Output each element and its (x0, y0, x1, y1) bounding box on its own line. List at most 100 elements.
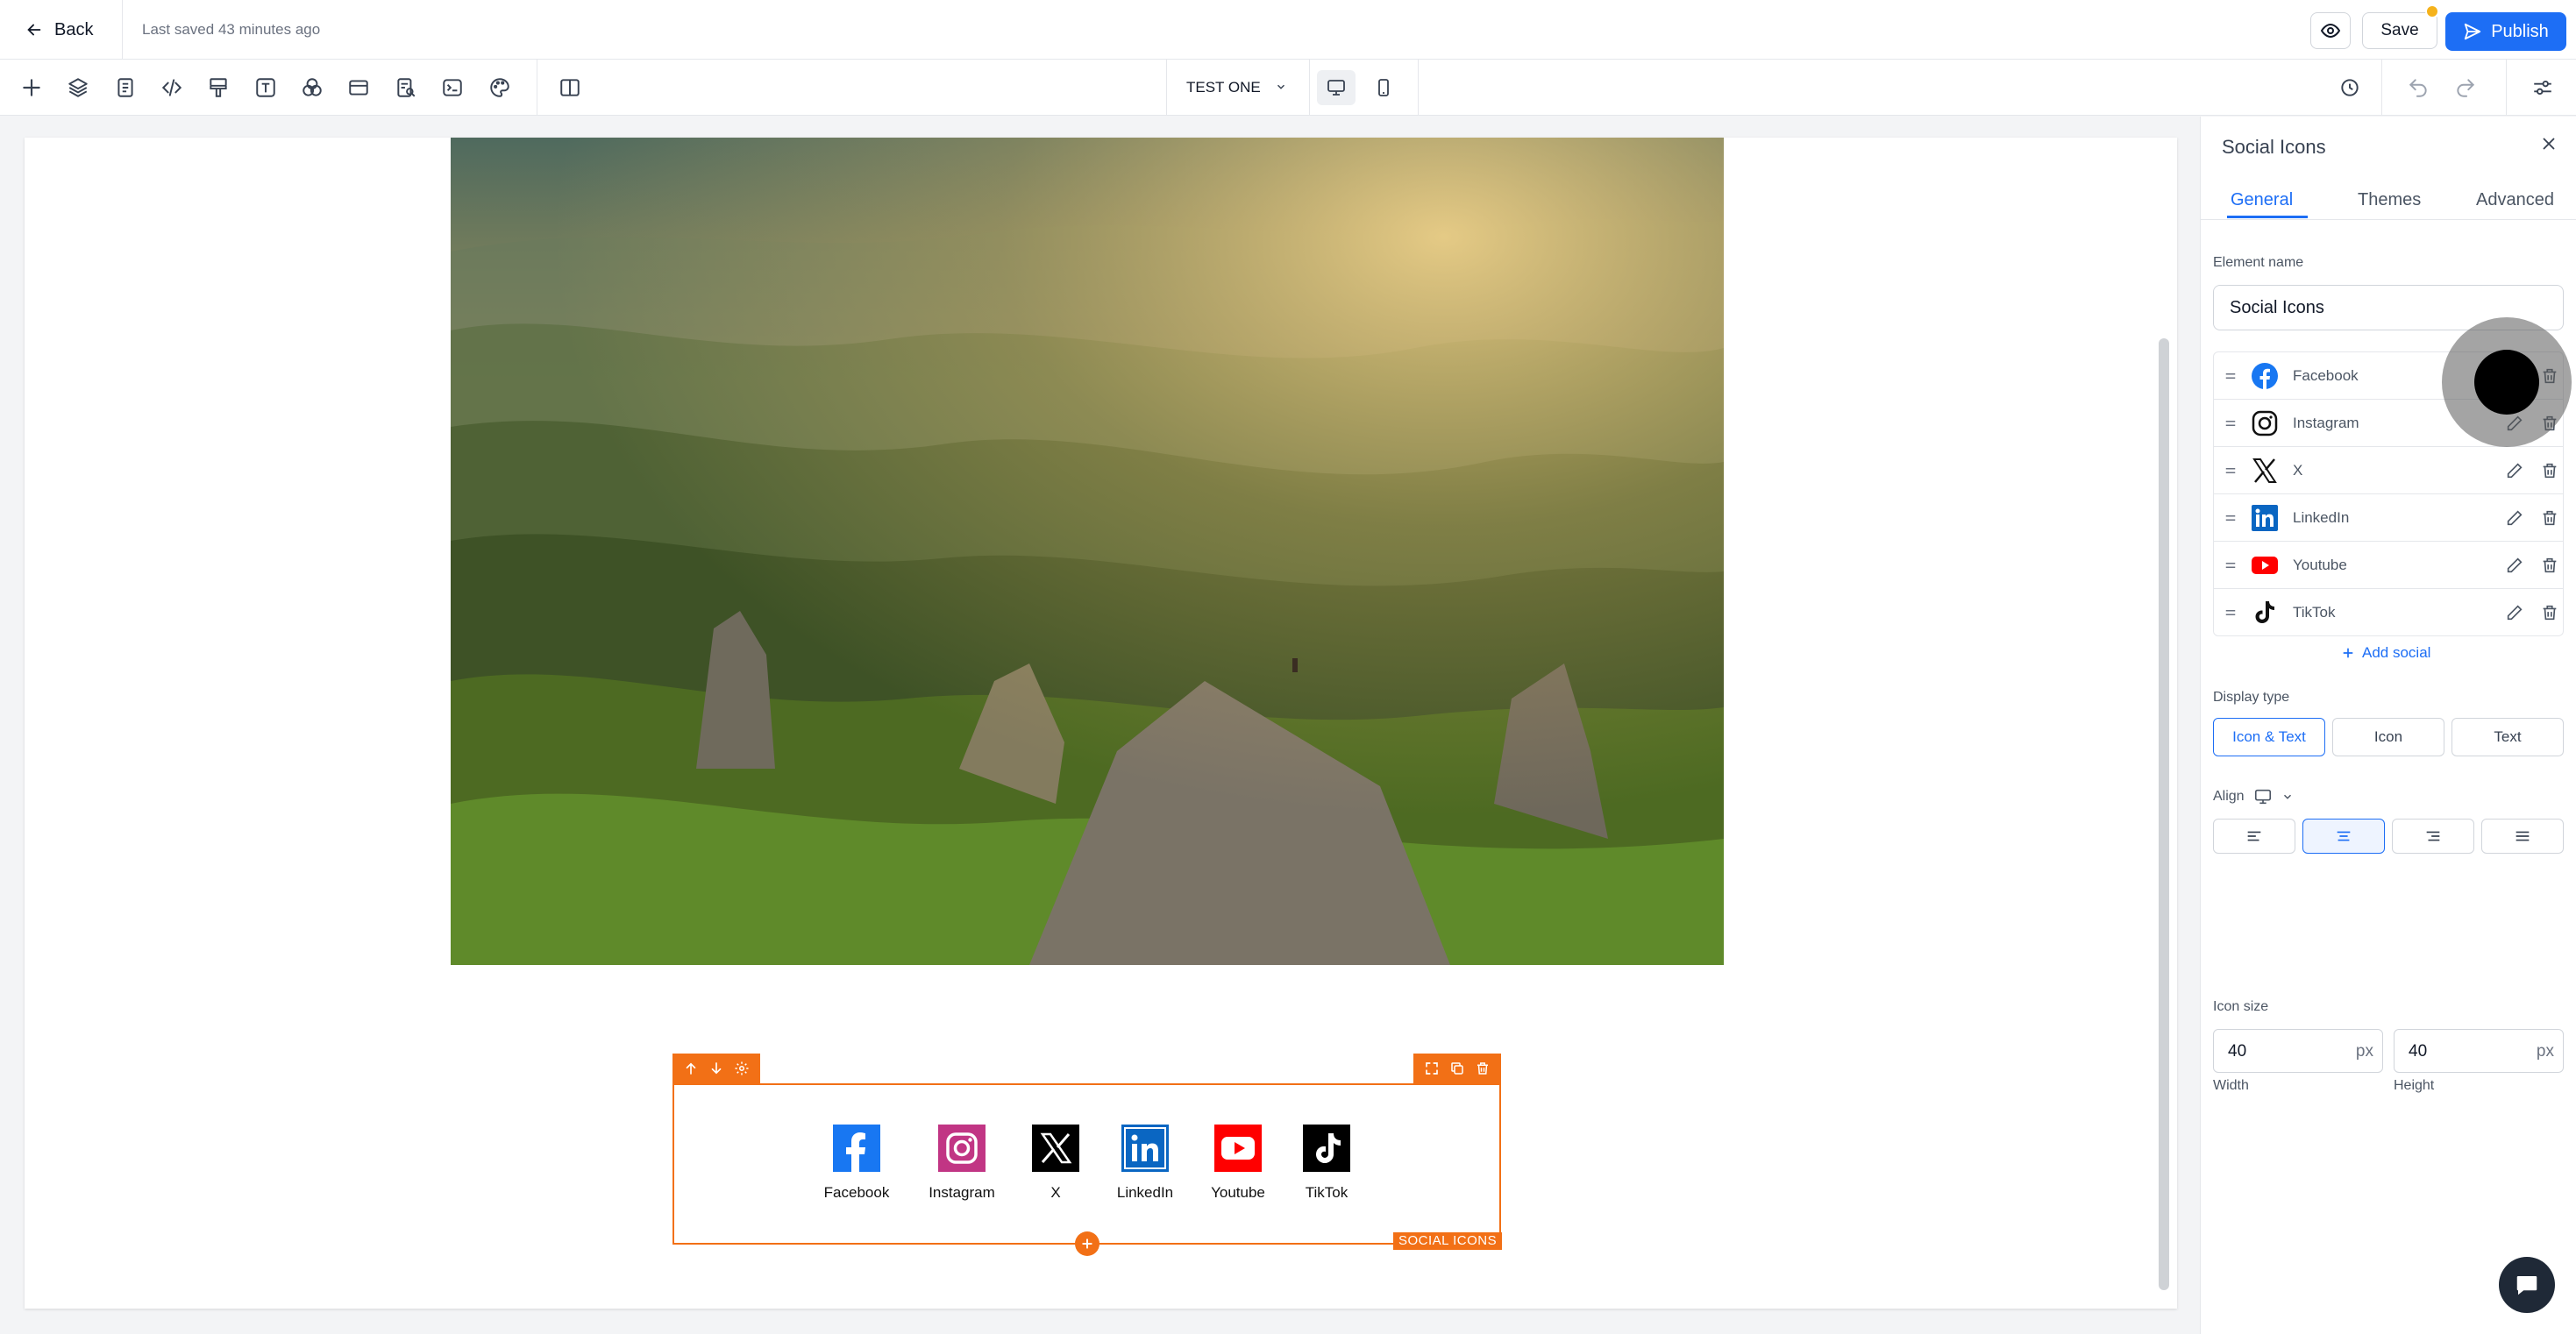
instagram-icon (2251, 409, 2279, 437)
terminal-button[interactable] (437, 72, 468, 103)
add-element-button[interactable] (16, 72, 47, 103)
shapes-button[interactable] (296, 72, 328, 103)
instagram-icon (938, 1125, 986, 1172)
height-label: Height (2394, 1078, 2435, 1093)
tab-general[interactable]: General (2231, 190, 2293, 210)
social-icons-block[interactable] (672, 1083, 1501, 1245)
settings-button[interactable] (2527, 72, 2558, 103)
icon-height-input[interactable]: 40 px (2394, 1029, 2564, 1073)
pencil-icon[interactable] (2505, 461, 2524, 480)
list-item[interactable]: TikTok (2214, 589, 2563, 636)
duplicate-icon[interactable] (1449, 1061, 1465, 1076)
align-justify-button[interactable] (2481, 819, 2564, 854)
preview-button[interactable] (2310, 12, 2351, 49)
panel-title: Social Icons (2222, 136, 2326, 158)
drag-handle-icon[interactable] (2223, 510, 2238, 526)
pencil-icon[interactable] (2505, 603, 2524, 622)
divider (2506, 60, 2507, 116)
undo-icon (2409, 79, 2427, 97)
social-item-youtube[interactable]: Youtube (1207, 1125, 1269, 1202)
mobile-icon (1378, 79, 1389, 96)
brush-button[interactable] (203, 72, 234, 103)
drag-handle-icon[interactable] (2223, 415, 2238, 431)
icon-height-value: 40 (2409, 1042, 2428, 1061)
mobile-view-button[interactable] (1364, 70, 1403, 105)
social-item-facebook[interactable]: Facebook (824, 1125, 889, 1202)
youtube-icon (1214, 1125, 1262, 1172)
desktop-icon[interactable] (2253, 787, 2273, 806)
block-action-toolbar (1413, 1054, 1501, 1083)
block-move-toolbar (672, 1054, 760, 1083)
publish-button[interactable]: Publish (2445, 12, 2566, 51)
chat-support-button[interactable] (2499, 1257, 2555, 1313)
display-type-icon-text[interactable]: Icon & Text (2213, 718, 2325, 756)
redo-button[interactable] (2450, 72, 2481, 103)
display-type-icon[interactable]: Icon (2332, 718, 2444, 756)
pencil-icon[interactable] (2505, 556, 2524, 575)
gear-icon[interactable] (734, 1061, 750, 1076)
drag-handle-icon[interactable] (2223, 605, 2238, 621)
x-logo-icon (2251, 457, 2279, 485)
align-right-button[interactable] (2392, 819, 2474, 854)
align-label: Align (2213, 789, 2245, 804)
history-button[interactable] (2334, 72, 2366, 103)
save-button[interactable]: Save (2362, 12, 2437, 49)
social-item-tiktok[interactable]: TikTok (1301, 1125, 1352, 1202)
undo-button[interactable] (2402, 72, 2434, 103)
tiktok-icon (2251, 599, 2279, 627)
icon-size-label: Icon size (2213, 999, 2269, 1014)
trash-icon[interactable] (2540, 508, 2559, 528)
display-type-text[interactable]: Text (2451, 718, 2564, 756)
back-button[interactable]: Back (16, 11, 102, 49)
search-doc-icon (397, 78, 416, 97)
hero-image[interactable] (451, 138, 1724, 965)
icon-width-input[interactable]: 40 px (2213, 1029, 2383, 1073)
expand-icon[interactable] (1424, 1061, 1440, 1076)
send-icon (2465, 23, 2481, 40)
shapes-icon (302, 78, 322, 96)
trash-icon[interactable] (2540, 461, 2559, 480)
social-item-linkedin[interactable]: LinkedIn (1113, 1125, 1178, 1202)
list-item-label: TikTok (2293, 604, 2336, 621)
arrow-down-icon[interactable] (708, 1061, 724, 1076)
chevron-down-icon[interactable] (2281, 791, 2294, 803)
social-label: LinkedIn (1116, 1184, 1174, 1201)
align-justify-icon (2516, 831, 2530, 841)
drag-handle-icon[interactable] (2223, 368, 2238, 384)
search-page-button[interactable] (390, 72, 422, 103)
notification-dot (2425, 4, 2439, 18)
code-button[interactable] (156, 72, 188, 103)
drag-handle-icon[interactable] (2223, 557, 2238, 573)
list-item-label: Instagram (2293, 415, 2359, 431)
pencil-icon[interactable] (2505, 508, 2524, 528)
split-view-button[interactable] (554, 72, 586, 103)
social-item-x[interactable]: X (1032, 1125, 1079, 1202)
list-item[interactable]: Youtube (2214, 542, 2563, 589)
list-item[interactable]: LinkedIn (2214, 494, 2563, 542)
tab-themes[interactable]: Themes (2358, 190, 2421, 210)
drag-handle-icon[interactable] (2223, 463, 2238, 479)
layout-button[interactable] (343, 72, 374, 103)
text-button[interactable] (250, 72, 281, 103)
arrow-up-icon[interactable] (683, 1061, 699, 1076)
eye-icon (2320, 23, 2341, 39)
trash-icon[interactable] (2540, 556, 2559, 575)
pages-button[interactable] (110, 72, 141, 103)
add-social-button[interactable]: Add social (2341, 644, 2430, 662)
layers-button[interactable] (62, 72, 94, 103)
close-panel-button[interactable] (2536, 131, 2562, 157)
tab-advanced[interactable]: Advanced (2476, 190, 2554, 210)
split-view-icon (560, 79, 580, 96)
social-item-instagram[interactable]: Instagram (925, 1125, 999, 1202)
list-item-label: X (2293, 462, 2303, 479)
trash-icon[interactable] (1475, 1061, 1491, 1076)
canvas-scrollbar-thumb[interactable] (2159, 338, 2169, 1290)
add-block-button[interactable] (1075, 1231, 1099, 1256)
align-center-button[interactable] (2302, 819, 2385, 854)
list-item[interactable]: X (2214, 447, 2563, 494)
trash-icon[interactable] (2540, 603, 2559, 622)
desktop-view-button[interactable] (1317, 70, 1356, 105)
page-selector[interactable]: TEST ONE (1166, 60, 1306, 116)
palette-button[interactable] (484, 72, 516, 103)
align-left-button[interactable] (2213, 819, 2295, 854)
